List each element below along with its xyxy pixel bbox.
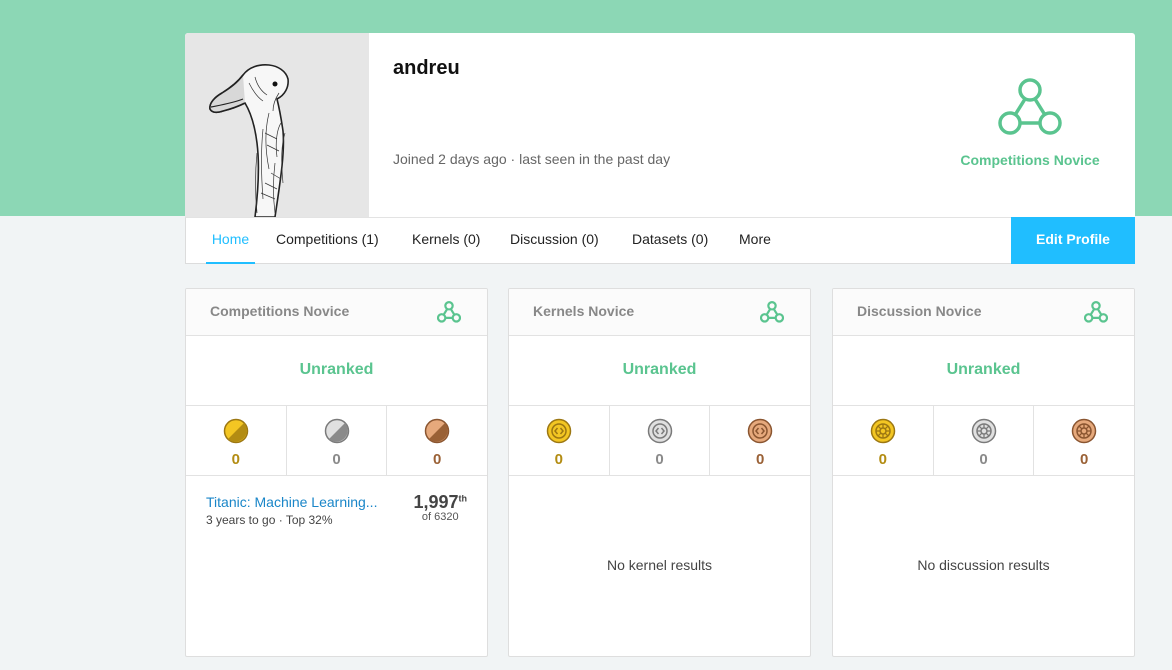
silver-medal: 0 (610, 406, 711, 475)
kernel-medal-icon (647, 418, 672, 444)
rank-status: Unranked (509, 336, 810, 406)
edit-profile-button[interactable]: Edit Profile (1011, 217, 1135, 264)
tab-home[interactable]: Home (206, 218, 255, 264)
rank-status: Unranked (833, 336, 1134, 406)
rank-total: of 6320 (421, 511, 459, 523)
goose-avatar-image (209, 64, 289, 217)
joined-status: Joined 2 days ago · last seen in the pas… (393, 151, 671, 167)
competition-medal-icon (223, 418, 249, 444)
bronze-count: 0 (756, 451, 765, 468)
tab-kernels[interactable]: Kernels (0) (412, 218, 480, 263)
novice-tier-icon (760, 301, 784, 323)
competition-medal-icon (324, 418, 349, 444)
medal-row: 0 0 0 (833, 406, 1134, 476)
empty-results: No kernel results (606, 557, 713, 573)
card-header: Kernels Novice (509, 289, 810, 336)
profile-header-card: andreu Joined 2 days ago · last seen in … (185, 33, 1135, 217)
profile-nav: Home Competitions (1) Kernels (0) Discus… (185, 217, 1135, 264)
card-header: Discussion Novice (833, 289, 1134, 336)
gold-medal: 0 (833, 406, 934, 475)
tier-label: Competitions Novice (960, 152, 1100, 168)
silver-medal: 0 (934, 406, 1035, 475)
tab-datasets[interactable]: Datasets (0) (632, 218, 708, 263)
competition-meta: 3 years to go · Top 32% (206, 513, 333, 527)
gold-count: 0 (878, 451, 887, 468)
novice-tier-icon (1084, 301, 1108, 323)
gold-medal: 0 (509, 406, 610, 475)
discussion-medal-icon (1071, 418, 1097, 444)
silver-medal: 0 (287, 406, 388, 475)
competitions-card: Competitions Novice Unranked 0 0 0 Titan… (185, 288, 488, 657)
novice-tier-icon (998, 78, 1062, 135)
card-title: Discussion Novice (857, 303, 982, 319)
bronze-medal: 0 (387, 406, 487, 475)
competition-entry: Titanic: Machine Learning... 3 years to … (186, 476, 487, 574)
rank-suffix: th (458, 493, 468, 504)
gold-count: 0 (554, 451, 563, 468)
silver-count: 0 (979, 451, 988, 468)
tab-competitions[interactable]: Competitions (1) (276, 218, 379, 263)
rank-value: 1,997 (413, 492, 459, 512)
discussion-card: Discussion Novice Unranked 0 0 0 No disc… (832, 288, 1135, 657)
username: andreu (393, 57, 460, 79)
competition-medal-icon (424, 418, 450, 444)
card-title: Competitions Novice (210, 303, 350, 319)
kernels-card: Kernels Novice Unranked 0 0 0 No kernel … (508, 288, 811, 657)
empty-results: No discussion results (917, 557, 1050, 573)
gold-medal: 0 (186, 406, 287, 475)
competition-link[interactable]: Titanic: Machine Learning... (206, 494, 396, 510)
bronze-medal: 0 (1034, 406, 1134, 475)
gold-count: 0 (231, 451, 240, 468)
kernel-medal-icon (747, 418, 773, 444)
bronze-count: 0 (1080, 451, 1089, 468)
card-title: Kernels Novice (533, 303, 635, 319)
competition-rank: 1,997th of 6320 (413, 492, 467, 523)
avatar[interactable] (185, 33, 369, 217)
rank-status: Unranked (186, 336, 487, 406)
discussion-medal-icon (971, 418, 996, 444)
medal-row: 0 0 0 (186, 406, 487, 476)
discussion-medal-icon (870, 418, 896, 444)
kernel-medal-icon (546, 418, 572, 444)
medal-row: 0 0 0 (509, 406, 810, 476)
silver-count: 0 (655, 451, 664, 468)
tab-more[interactable]: More (739, 218, 771, 263)
tier-badge: Competitions Novice (940, 77, 1120, 168)
bronze-count: 0 (433, 451, 442, 468)
card-header: Competitions Novice (186, 289, 487, 336)
tab-discussion[interactable]: Discussion (0) (510, 218, 599, 263)
novice-tier-icon (437, 301, 461, 323)
silver-count: 0 (332, 451, 341, 468)
bronze-medal: 0 (710, 406, 810, 475)
